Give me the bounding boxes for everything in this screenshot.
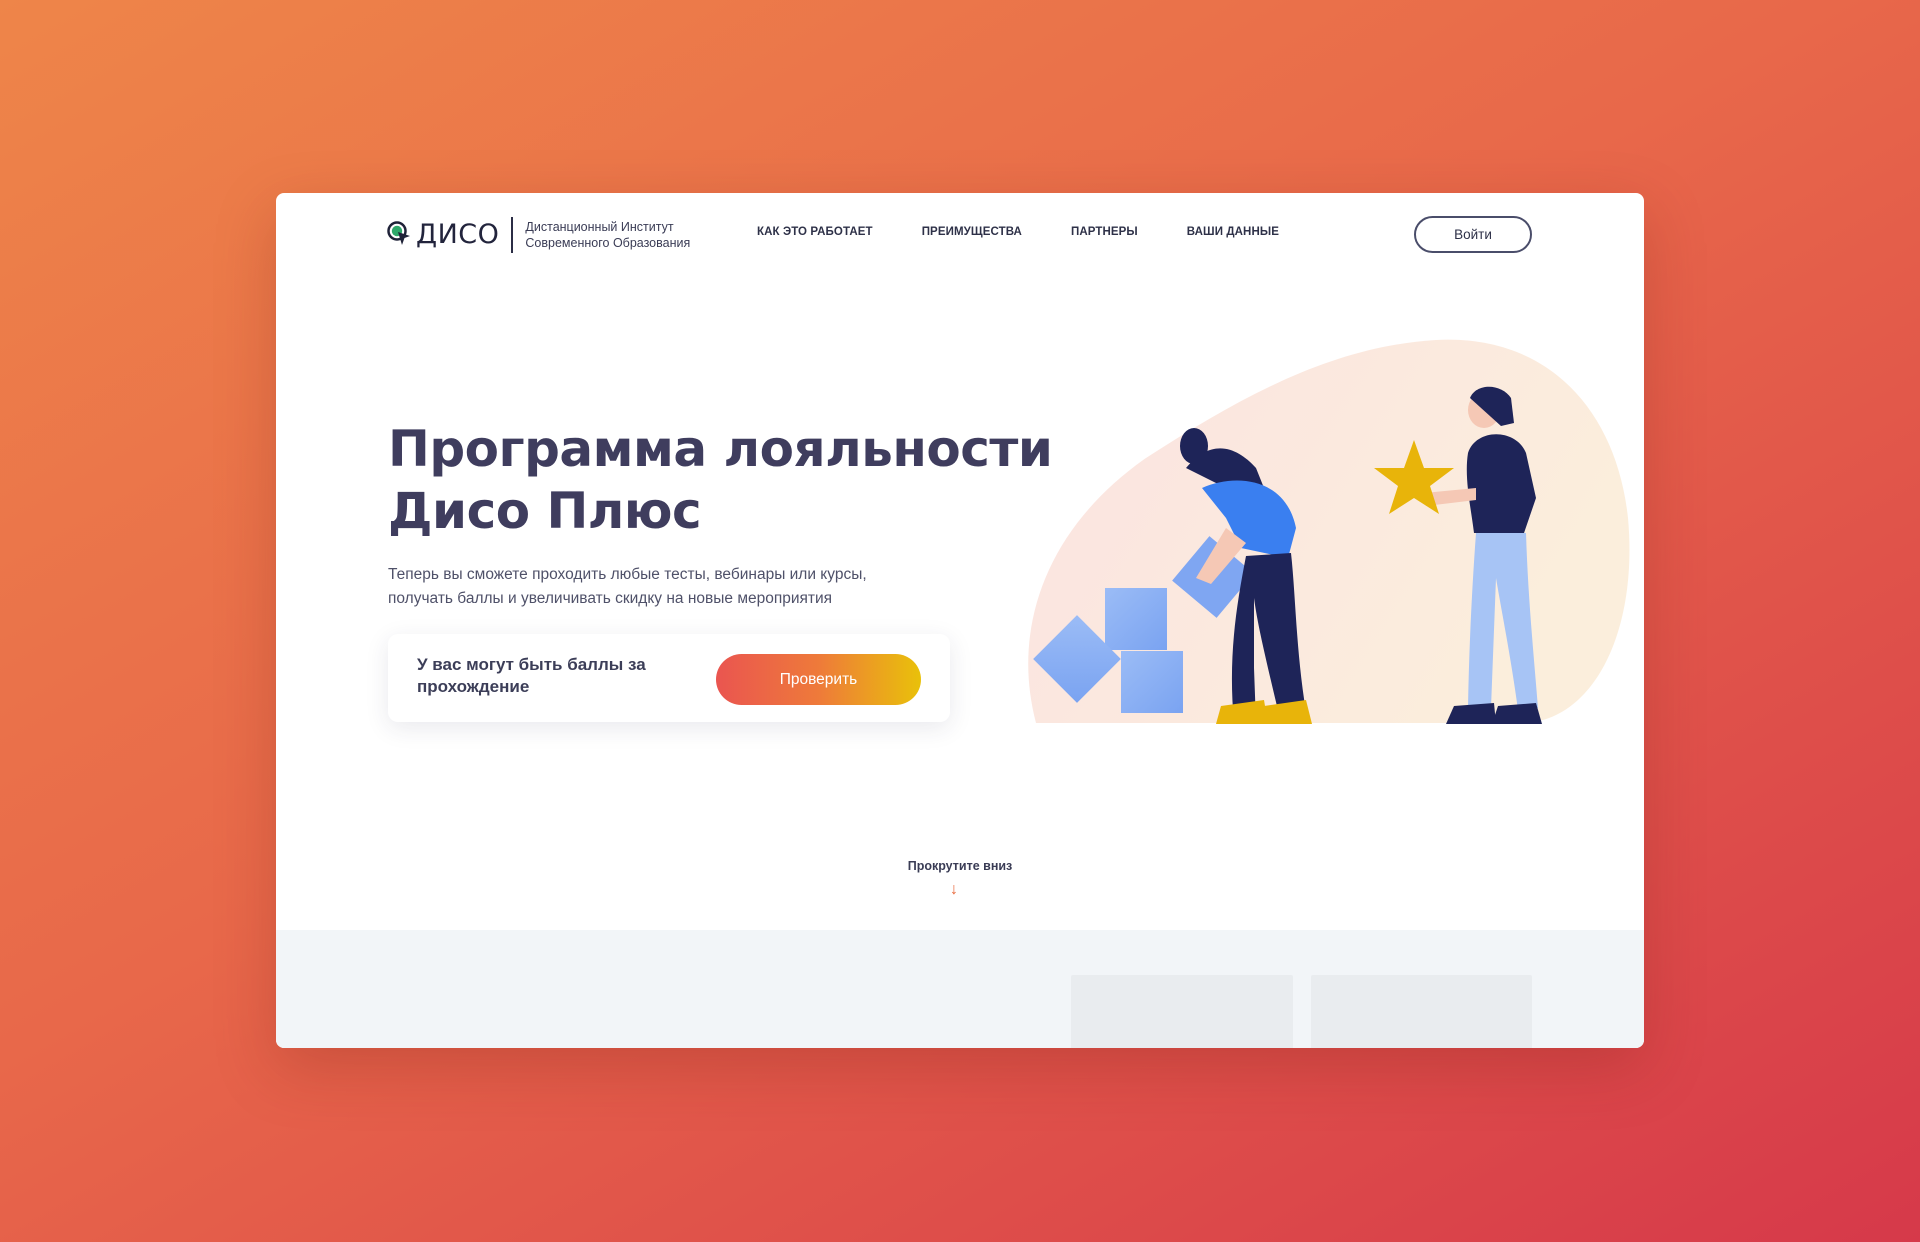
placeholder-card (1071, 975, 1293, 1048)
logo-wordmark: ДИСО (416, 219, 500, 250)
hero-illustration (1006, 328, 1644, 748)
logo-subtitle: Дистанционный Институт Современного Обра… (525, 219, 690, 251)
hero-title-line1: Программа лояльности (388, 420, 1053, 478)
hero-title: Программа лояльности Дисо Плюс (388, 418, 1088, 542)
location-pin-cursor-icon (386, 220, 414, 250)
points-card-text: У вас могут быть баллы за прохождение (417, 655, 646, 696)
nav-item-your-data[interactable]: ВАШИ ДАННЫЕ (1187, 226, 1279, 238)
check-points-button[interactable]: Проверить (716, 654, 921, 705)
site-logo[interactable]: ДИСО Дистанционный Институт Современного… (386, 217, 690, 253)
hero-subtitle-line2: получать баллы и увеличивать скидку на н… (388, 590, 833, 607)
main-nav: КАК ЭТО РАБОТАЕТ ПРЕИМУЩЕСТВА ПАРТНЕРЫ В… (757, 226, 1328, 238)
browser-window: ДИСО Дистанционный Институт Современного… (276, 193, 1644, 1048)
logo-divider (511, 217, 514, 253)
login-button[interactable]: Войти (1414, 216, 1532, 253)
logo-subtitle-line1: Дистанционный Институт (525, 220, 674, 234)
arrow-down-icon[interactable]: ↓ (950, 881, 958, 899)
hero-subtitle-line1: Теперь вы сможете проходить любые тесты,… (388, 566, 867, 583)
hero-title-line2: Дисо Плюс (388, 482, 702, 540)
next-section-preview (276, 930, 1644, 1048)
logo-subtitle-line2: Современного Образования (525, 236, 691, 250)
placeholder-card (1311, 975, 1532, 1048)
nav-item-how-it-works[interactable]: КАК ЭТО РАБОТАЕТ (757, 226, 873, 238)
scroll-down-label[interactable]: Прокрутите вниз (276, 859, 1644, 873)
site-header: ДИСО Дистанционный Институт Современного… (276, 193, 1644, 273)
nav-item-advantages[interactable]: ПРЕИМУЩЕСТВА (922, 226, 1022, 238)
nav-item-partners[interactable]: ПАРТНЕРЫ (1071, 226, 1138, 238)
points-check-card: У вас могут быть баллы за прохождение Пр… (388, 634, 950, 722)
hero-subtitle: Теперь вы сможете проходить любые тесты,… (388, 563, 928, 611)
